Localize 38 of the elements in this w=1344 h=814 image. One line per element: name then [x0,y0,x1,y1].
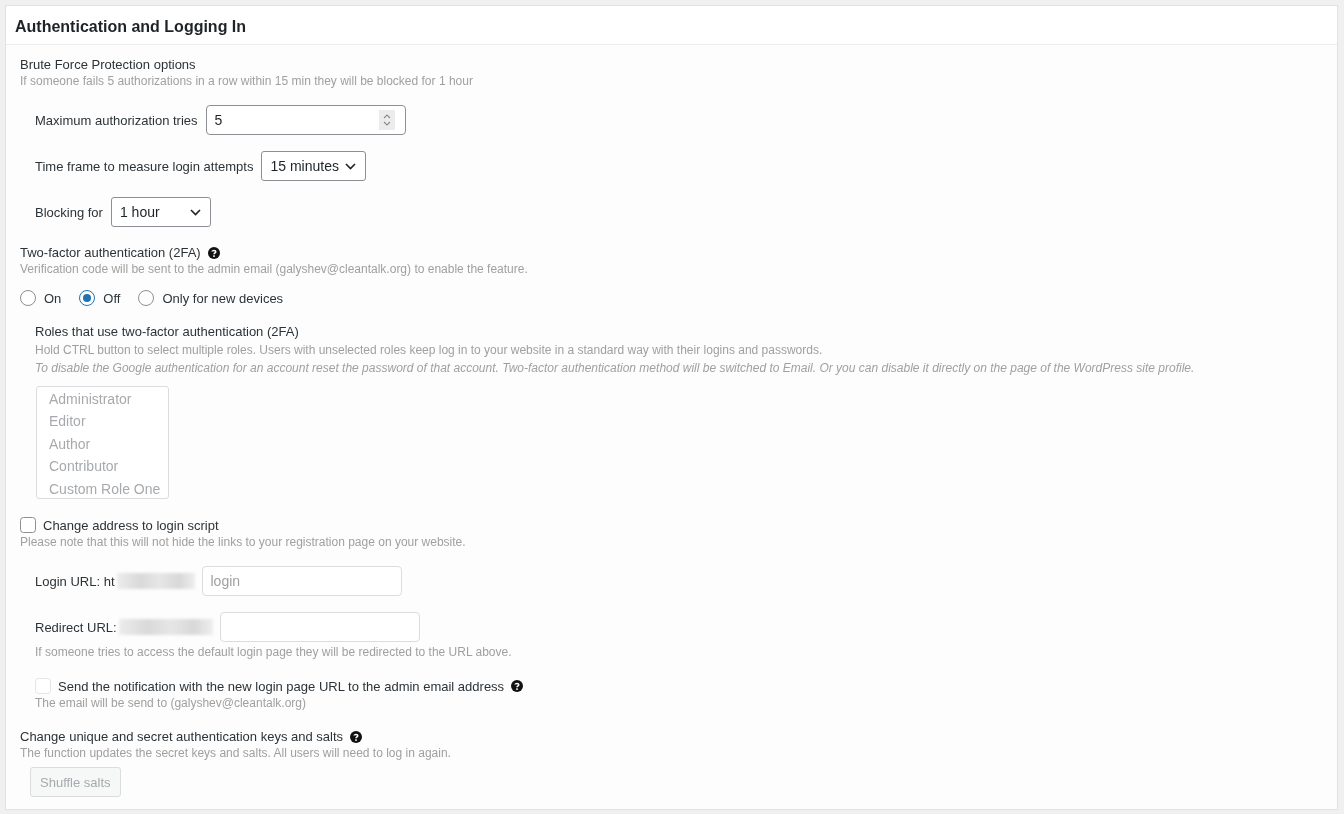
radio-button[interactable] [79,290,96,306]
url-field[interactable]: login [201,566,402,596]
section-title: Authentication and Logging In [15,17,247,37]
option-title: Roles that use two-factor authentication (2FA) [35,323,300,341]
radio-label: On [44,290,62,306]
option-note: To disable the Google authentication for an account reset the password of that account. Two-factor authentication method will be switched to Email. Or you can disable it directly on the page of the WordPress site profile. [35,360,1196,377]
url-field[interactable] [219,612,420,642]
help-icon[interactable] [207,247,220,259]
dropdown-select[interactable]: 15 minutes [261,151,366,181]
radio-button[interactable] [138,290,155,306]
field-label: Redirect URL: [35,619,117,635]
option-title: Brute Force Protection options [20,57,197,73]
option-description: If someone fails 5 authorizations in a row within 15 min they will be blocked for 1 hour [20,73,474,89]
option-title: Change unique and secret authentication keys and salts [20,729,344,745]
option-description: Hold CTRL button to select multiple roles. Users with unselected roles keep log in to your website in a standard way with their logins and passwords. [35,342,824,359]
help-icon[interactable] [350,731,363,743]
checkbox-label: Send the notification with the new login page URL to the admin email address [58,678,505,694]
checkbox-label: Change address to login script [43,517,219,533]
field-note: If someone tries to access the default login page they will be redirected to the URL above. [35,644,513,660]
dropdown-select[interactable]: 1 hour [110,197,211,227]
field-label: Blocking for [35,204,103,220]
radio-label: Off [103,290,121,306]
option-description: Please note that this will not hide the links to your registration page on your website. [20,534,467,550]
chevron-down-icon [189,208,201,216]
field-label: Login URL: ht [35,573,115,589]
field-label: Maximum authorization tries [35,112,198,128]
number-field[interactable]: 5 [205,105,406,135]
option-description: The email will be send to (galyshev@cleantalk.org) [35,695,307,711]
radio-button[interactable] [20,290,36,306]
option-description: The function updates the secret keys and salts. All users will need to log in again. [20,745,452,761]
help-icon[interactable] [511,680,524,692]
option-description: Verification code will be sent to the admin email (galyshev@cleantalk.org) to enable the feature. [20,261,529,277]
checkbox[interactable] [20,517,36,533]
radio-label: Only for new devices [162,290,284,306]
chevron-down-icon [344,162,356,170]
field-label: Time frame to measure login attempts [35,158,254,174]
spinner-icon[interactable] [378,110,395,130]
option-title: Two-factor authentication (2FA) [20,245,201,261]
